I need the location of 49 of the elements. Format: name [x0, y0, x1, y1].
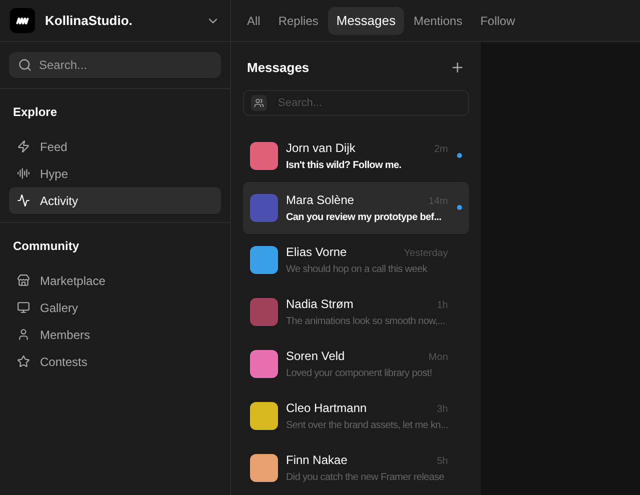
tab[interactable]: Messages	[328, 6, 404, 34]
message-preview: Loved your component library post!	[286, 366, 433, 380]
nav-item[interactable]: Activity	[9, 187, 221, 214]
message-preview: The animations look so smooth now,...	[286, 314, 446, 328]
sender-name: Soren Veld	[286, 348, 345, 364]
person-icon	[17, 328, 30, 341]
message-time: Mon	[428, 350, 448, 364]
sender-name: Jorn van Dijk	[286, 140, 356, 156]
message-preview: Sent over the brand assets, let me kn...	[286, 418, 448, 432]
message-time: Yesterday	[404, 246, 448, 260]
tab[interactable]: All	[239, 6, 268, 34]
lightning-icon	[17, 140, 30, 153]
message-preview: Isn't this wild? Follow me.	[286, 158, 402, 172]
sender-name: Elias Vorne	[286, 244, 347, 260]
sender-name: Nadia Strøm	[286, 296, 354, 312]
message-time: 5h	[436, 454, 448, 468]
message-time: 1h	[436, 298, 448, 312]
monitor-icon	[17, 301, 30, 314]
tab[interactable]: Replies	[270, 6, 326, 34]
nav-item[interactable]: Hype	[9, 160, 221, 187]
nav-item[interactable]: Contests	[9, 348, 221, 375]
users-icon	[251, 94, 267, 110]
nav-item[interactable]: Gallery	[9, 294, 221, 321]
message-time: 2m	[434, 142, 448, 156]
workspace-name: KollinaStudio.	[45, 12, 134, 30]
plus-icon[interactable]	[450, 60, 465, 76]
message-preview: We should hop on a call this week	[286, 262, 428, 276]
message-preview: Can you review my prototype bef...	[286, 210, 442, 224]
tab[interactable]: Mentions	[406, 6, 470, 34]
tab[interactable]: Follow	[472, 6, 524, 34]
sound-wave-icon	[17, 167, 30, 180]
message-time: 3h	[436, 402, 448, 416]
sender-name: Cleo Hartmann	[286, 400, 367, 416]
sender-name: Mara Solène	[286, 192, 354, 208]
section-title: Explore	[12, 104, 58, 121]
search-icon	[18, 58, 32, 72]
panel-title: Messages	[247, 59, 310, 77]
logo-icon	[10, 8, 35, 33]
star-icon	[17, 355, 30, 368]
message-preview: Did you catch the new Framer release	[286, 470, 446, 484]
nav-item[interactable]: Feed	[9, 133, 221, 160]
nav-item[interactable]: Members	[9, 321, 221, 348]
search-field[interactable]: Search...	[9, 52, 221, 78]
nav-item[interactable]: Marketplace	[9, 267, 221, 294]
section-title: Community	[12, 238, 80, 255]
search-field[interactable]: Search...	[243, 90, 469, 116]
store-icon	[17, 274, 30, 287]
pulse-icon	[17, 194, 30, 207]
sender-name: Finn Nakae	[286, 452, 348, 468]
